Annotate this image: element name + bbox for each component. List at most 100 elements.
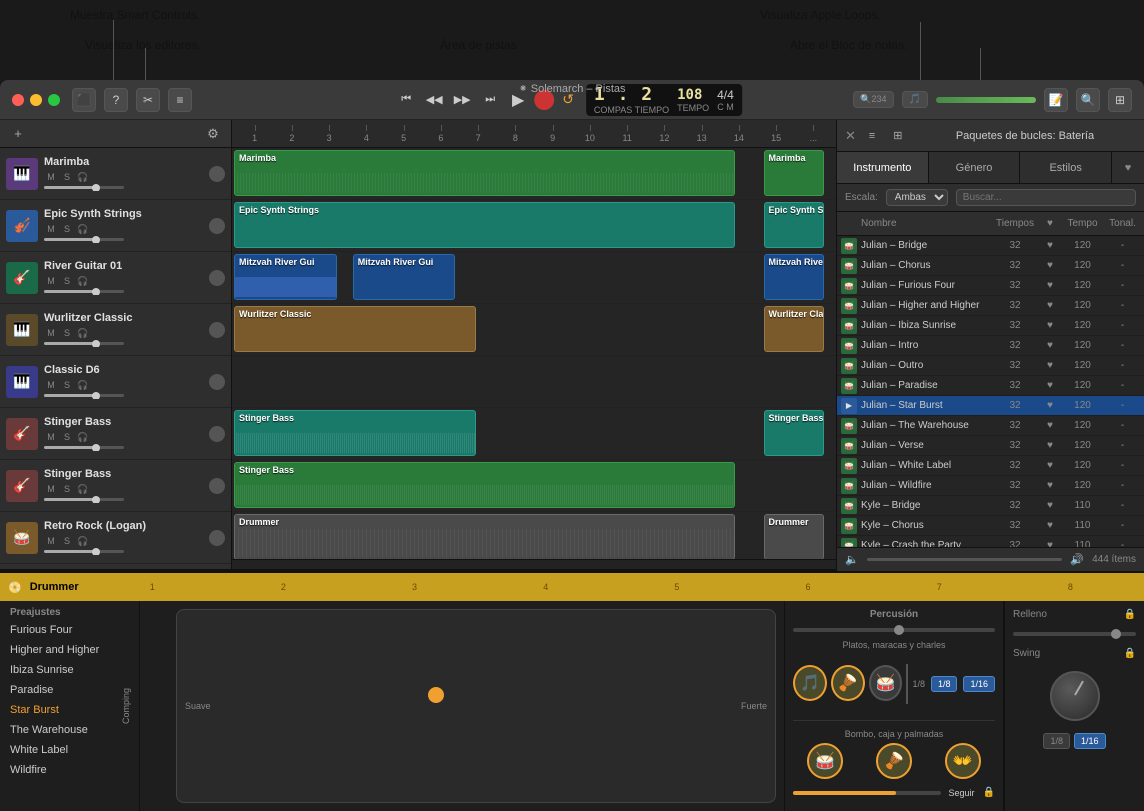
loop-item-4[interactable]: 🥁 Julian – Ibiza Sunrise 32 ♥ 120 - — [837, 316, 1144, 336]
relleno-fader[interactable] — [1013, 632, 1136, 636]
track-fader-4[interactable] — [44, 342, 124, 345]
headphones-btn-1[interactable]: 🎧 — [76, 170, 90, 184]
mute-btn-4[interactable]: M — [44, 326, 58, 340]
drum-xy-dot[interactable] — [428, 687, 444, 703]
clip-guitar-2[interactable]: Mitzvah River Gui — [353, 254, 456, 300]
solo-btn-8[interactable]: S — [60, 534, 74, 548]
mute-btn-2[interactable]: M — [44, 222, 58, 236]
solo-btn-1[interactable]: S — [60, 170, 74, 184]
track-row-8[interactable]: 🥁 Retro Rock (Logan) M S 🎧 — [0, 512, 231, 564]
mute-btn-8[interactable]: M — [44, 534, 58, 548]
add-track-btn[interactable]: + — [8, 124, 28, 144]
track-row-2[interactable]: 🎻 Epic Synth Strings M S 🎧 — [0, 200, 231, 252]
snare-pad[interactable]: 🪘 — [876, 743, 912, 779]
preset-item-higher-and-higher[interactable]: Higher and Higher — [0, 640, 139, 660]
loop-heart-9[interactable]: ♥ — [1040, 420, 1060, 431]
loop-heart-0[interactable]: ♥ — [1040, 240, 1060, 251]
loop-heart-8[interactable]: ♥ — [1040, 400, 1060, 411]
clip-stinger-1[interactable]: Stinger Bass — [234, 410, 476, 456]
loops-list-view-btn[interactable]: ≡ — [862, 126, 882, 146]
preset-item-furious-four[interactable]: Furious Four — [0, 620, 139, 640]
track-volume-5[interactable] — [209, 374, 225, 390]
loop-heart-12[interactable]: ♥ — [1040, 480, 1060, 491]
relleno-fader-knob[interactable] — [1111, 629, 1121, 639]
track-volume-2[interactable] — [209, 218, 225, 234]
loop-item-5[interactable]: 🥁 Julian – Intro 32 ♥ 120 - — [837, 336, 1144, 356]
loop-item-9[interactable]: 🥁 Julian – The Warehouse 32 ♥ 120 - — [837, 416, 1144, 436]
tune-btn[interactable]: 🎵 — [902, 91, 928, 108]
loop-item-3[interactable]: 🥁 Julian – Higher and Higher 32 ♥ 120 - — [837, 296, 1144, 316]
loops-vol-down[interactable]: 🔈 — [845, 553, 859, 566]
library-btn[interactable]: ≡ — [168, 88, 192, 112]
editors-btn[interactable]: ✂ — [136, 88, 160, 112]
loop-item-10[interactable]: 🥁 Julian – Verse 32 ♥ 120 - — [837, 436, 1144, 456]
clip-marimba-1[interactable]: Marimba — [234, 150, 735, 196]
fader-knob-5[interactable] — [92, 392, 100, 400]
track-volume-7[interactable] — [209, 478, 225, 494]
headphones-btn-5[interactable]: 🎧 — [76, 378, 90, 392]
preset-item-white-label[interactable]: White Label — [0, 740, 139, 760]
track-row-9[interactable]: 🥁 After Party (Julian) M S 🎧 — [0, 564, 231, 569]
shaker-pad[interactable]: 🪘 — [831, 665, 865, 701]
headphones-btn-6[interactable]: 🎧 — [76, 430, 90, 444]
solo-btn-3[interactable]: S — [60, 274, 74, 288]
loop-heart-6[interactable]: ♥ — [1040, 360, 1060, 371]
track-fader-3[interactable] — [44, 290, 124, 293]
horizontal-scrollbar[interactable] — [232, 559, 836, 569]
q-1-8-btn[interactable]: 1/8 — [931, 676, 958, 692]
clip-wurlitzer-2[interactable]: Wurlitzer Classic — [764, 306, 824, 352]
clip-stinger2-1[interactable]: Stinger Bass — [234, 462, 735, 508]
track-volume-6[interactable] — [209, 426, 225, 442]
clip-guitar-1[interactable]: Mitzvah River Gui — [234, 254, 337, 300]
track-volume-8[interactable] — [209, 530, 225, 546]
q-1-16-btn[interactable]: 1/16 — [963, 676, 995, 692]
fader-knob-4[interactable] — [92, 340, 100, 348]
fader-knob-3[interactable] — [92, 288, 100, 296]
preset-item-paradise[interactable]: Paradise — [0, 680, 139, 700]
track-row-3[interactable]: 🎸 River Guitar 01 M S 🎧 — [0, 252, 231, 304]
preset-item-star-burst[interactable]: Star Burst — [0, 700, 139, 720]
track-fader-8[interactable] — [44, 550, 124, 553]
solo-btn-5[interactable]: S — [60, 378, 74, 392]
filter-tab-instrumento[interactable]: Instrumento — [837, 152, 929, 183]
hat-pad[interactable]: 🎵 — [793, 665, 827, 701]
help-btn[interactable]: ? — [104, 88, 128, 112]
track-fader-2[interactable] — [44, 238, 124, 241]
track-options-btn[interactable]: ⚙ — [203, 124, 223, 144]
fader-knob-1[interactable] — [92, 184, 100, 192]
track-row-4[interactable]: 🎹 Wurlitzer Classic M S 🎧 — [0, 304, 231, 356]
percusion-fader[interactable] — [793, 628, 995, 632]
fader-knob-2[interactable] — [92, 236, 100, 244]
loop-heart-2[interactable]: ♥ — [1040, 280, 1060, 291]
zoom-lcd-btn[interactable]: 🔍234 — [853, 91, 893, 108]
clip-marimba-2[interactable]: Marimba — [764, 150, 824, 196]
loop-item-7[interactable]: 🥁 Julian – Paradise 32 ♥ 120 - — [837, 376, 1144, 396]
fader-knob-7[interactable] — [92, 496, 100, 504]
quantize-1-8-btn[interactable]: 1/8 — [1043, 733, 1070, 749]
loops-grid-view-btn[interactable]: ⊞ — [888, 126, 908, 146]
headphones-btn-8[interactable]: 🎧 — [76, 534, 90, 548]
track-fader-1[interactable] — [44, 186, 124, 189]
clip-wurlitzer-1[interactable]: Wurlitzer Classic — [234, 306, 476, 352]
track-volume-1[interactable] — [209, 166, 225, 182]
solo-btn-7[interactable]: S — [60, 482, 74, 496]
mute-btn-5[interactable]: M — [44, 378, 58, 392]
to-end-btn[interactable]: ⏭ — [478, 88, 502, 112]
clip-strings-2[interactable]: Epic Synth Strings — [764, 202, 824, 248]
clip-retro-2[interactable]: Drummer — [764, 514, 824, 559]
headphones-btn-3[interactable]: 🎧 — [76, 274, 90, 288]
clip-stinger-2[interactable]: Stinger Bass — [764, 410, 824, 456]
kick-pad[interactable]: 🥁 — [807, 743, 843, 779]
notes-btn[interactable]: 📝 — [1044, 88, 1068, 112]
loop-item-14[interactable]: 🥁 Kyle – Chorus 32 ♥ 110 - — [837, 516, 1144, 536]
clap-pad[interactable]: 👐 — [945, 743, 981, 779]
swing-knob[interactable] — [1050, 671, 1100, 721]
loops-vol-slider[interactable] — [867, 558, 1063, 561]
track-fader-6[interactable] — [44, 446, 124, 449]
solo-btn-2[interactable]: S — [60, 222, 74, 236]
loop-heart-3[interactable]: ♥ — [1040, 300, 1060, 311]
loop-heart-4[interactable]: ♥ — [1040, 320, 1060, 331]
track-volume-3[interactable] — [209, 270, 225, 286]
loop-heart-10[interactable]: ♥ — [1040, 440, 1060, 451]
mute-btn-3[interactable]: M — [44, 274, 58, 288]
